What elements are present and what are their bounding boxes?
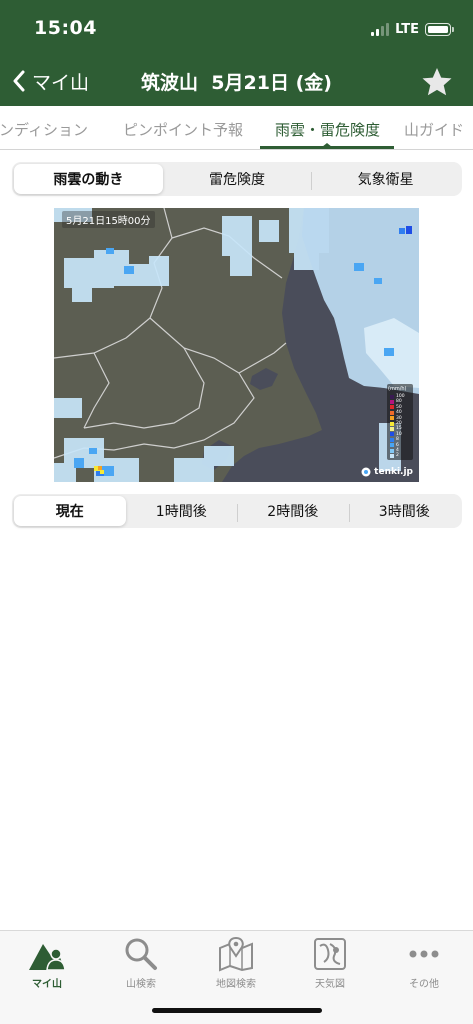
rain-intensity-legend: (mm/h) 100 80 50 40 30 20 15 10 8 6 4 2 [387, 384, 413, 460]
legend-row: 30 [390, 416, 412, 421]
bottom-tab-label: 山検索 [126, 979, 156, 990]
tenki-credit: tenki.jp [361, 467, 413, 477]
bottom-tab-label: マイ山 [32, 979, 62, 990]
legend-value: 15 [396, 426, 402, 432]
status-bar: 15:04 LTE [0, 0, 473, 58]
mountain-person-icon [29, 944, 66, 971]
legend-swatch [390, 394, 394, 399]
tab-mountain-guide[interactable]: 山ガイド [404, 119, 464, 140]
app-header: 15:04 LTE マイ山 筑波山 5月21日 (金) [0, 0, 473, 106]
rain-radar-map[interactable]: 5月21日15時00分 (mm/h) 100 80 50 40 30 20 15 10 8 6 4 2… [54, 208, 419, 482]
bottom-tab-mountain-search[interactable]: 山検索 [101, 935, 181, 995]
legend-swatch [390, 426, 394, 431]
status-time: 15:04 [34, 17, 97, 39]
weather-chart-icon [314, 938, 346, 970]
bottom-tab-label: 天気図 [315, 979, 345, 990]
favorite-star-icon[interactable] [421, 66, 453, 98]
segment-1h-later[interactable]: 1時間後 [126, 496, 238, 526]
search-icon [125, 938, 157, 970]
bottom-tab-my-mountain[interactable]: マイ山 [7, 935, 87, 995]
navigation-bar: マイ山 筑波山 5月21日 (金) [0, 58, 473, 106]
legend-swatch [390, 399, 394, 404]
app-screen: 15:04 LTE マイ山 筑波山 5月21日 (金) ンディション ピンポイン… [0, 0, 473, 1024]
bottom-tab-weather-chart[interactable]: 天気図 [290, 935, 370, 995]
section-tabs: コンディション ピンポイント予報 雨雲・雷危険度 山ガイド [0, 106, 473, 150]
legend-value: 30 [396, 415, 402, 421]
legend-swatch [390, 416, 394, 421]
legend-swatch [390, 448, 394, 453]
more-icon [409, 950, 439, 958]
legend-swatch [390, 432, 394, 437]
legend-value: 40 [396, 410, 402, 416]
tab-pinpoint-forecast[interactable]: ピンポイント予報 [123, 119, 243, 140]
legend-swatch [390, 410, 394, 415]
segment-rain-cloud[interactable]: 雨雲の動き [14, 164, 163, 194]
legend-value: 80 [396, 399, 402, 405]
bottom-tab-label: 地図検索 [216, 979, 256, 990]
legend-value: 2 [396, 453, 399, 459]
legend-row: 4 [390, 448, 412, 453]
map-pin-icon [219, 936, 253, 972]
segment-2h-later[interactable]: 2時間後 [237, 496, 349, 526]
cellular-signal-icon [371, 22, 390, 36]
mountain-name: 筑波山 [141, 72, 199, 94]
home-indicator [152, 1008, 322, 1013]
radar-map-image [54, 208, 419, 482]
time-offset-selector: 現在 1時間後 2時間後 3時間後 [12, 494, 462, 528]
legend-row: 80 [390, 399, 412, 404]
bottom-tab-more[interactable]: その他 [384, 935, 464, 995]
back-button[interactable]: マイ山 [12, 66, 89, 96]
legend-swatch [390, 453, 394, 458]
forecast-date: 5月21日 (金) [211, 72, 332, 94]
legend-row: 6 [390, 443, 412, 448]
segment-thunder-risk[interactable]: 雷危険度 [163, 164, 312, 194]
legend-row: 2 [390, 453, 412, 458]
legend-row: 10 [390, 432, 412, 437]
active-tab-caret [322, 143, 332, 147]
map-mode-selector: 雨雲の動き 雷危険度 気象衛星 [12, 162, 462, 196]
bottom-tab-label: その他 [409, 979, 439, 990]
credit-label: tenki.jp [374, 467, 413, 477]
legend-swatch [390, 421, 394, 426]
segment-now[interactable]: 現在 [14, 496, 126, 526]
legend-value: 8 [396, 437, 399, 443]
tenki-logo-icon [361, 467, 371, 477]
battery-icon [425, 22, 454, 36]
legend-value: 6 [396, 442, 399, 448]
tab-rain-thunder[interactable]: 雨雲・雷危険度 [275, 119, 380, 140]
back-label: マイ山 [32, 71, 90, 94]
legend-swatch [390, 443, 394, 448]
chevron-left-icon [13, 70, 25, 92]
legend-row: 15 [390, 426, 412, 431]
status-indicators: LTE [371, 20, 454, 38]
legend-swatch [390, 405, 394, 410]
legend-unit: (mm/h) [388, 386, 407, 392]
segment-satellite[interactable]: 気象衛星 [311, 164, 460, 194]
legend-row: 40 [390, 410, 412, 415]
legend-row: 8 [390, 437, 412, 442]
network-type: LTE [395, 21, 419, 37]
tab-condition[interactable]: コンディション [0, 119, 88, 140]
bottom-tab-map-search[interactable]: 地図検索 [196, 935, 276, 995]
legend-swatch [390, 437, 394, 442]
segment-3h-later[interactable]: 3時間後 [348, 496, 461, 526]
radar-timestamp: 5月21日15時00分 [62, 211, 155, 228]
